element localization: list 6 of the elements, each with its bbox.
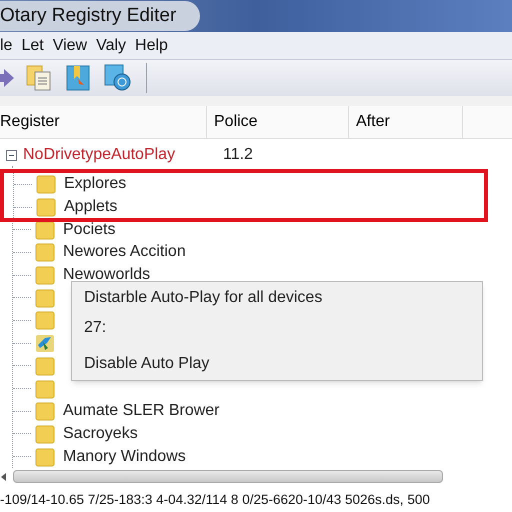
popup-text: Disable Auto Play xyxy=(84,354,210,374)
key-value: 11.2 xyxy=(223,145,253,165)
popup-text: Distarble Auto-Play for all devices xyxy=(84,288,324,308)
popup-text: 27: xyxy=(84,318,108,338)
window-title: Otary Registry Editer xyxy=(0,1,200,31)
status-text: -109/14-10.65 7/25-183:3 4-04.32/114 8 0/25-6620-10/43 5026s.ds, 500 xyxy=(0,490,430,509)
